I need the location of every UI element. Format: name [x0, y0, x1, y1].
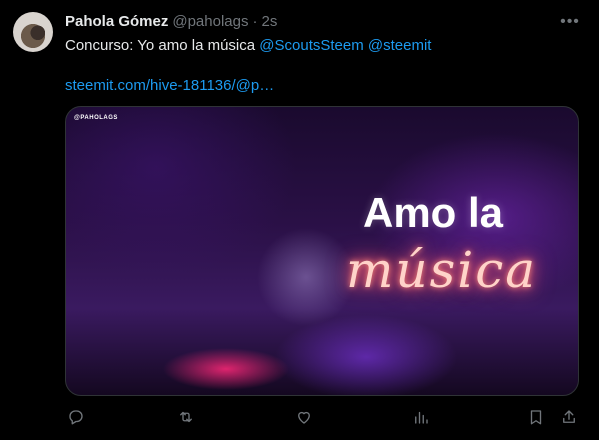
reply-icon[interactable]: [65, 406, 87, 428]
image-title-line2: música: [346, 241, 538, 299]
views-icon[interactable]: [410, 406, 432, 428]
author-name[interactable]: Pahola Gómez: [65, 13, 168, 30]
more-options-icon[interactable]: •••: [559, 11, 581, 33]
tweet-body: Concurso: Yo amo la música: [65, 37, 256, 54]
share-icon[interactable]: [558, 406, 580, 428]
mention-steemit[interactable]: @steemit: [368, 37, 432, 54]
tweet-image[interactable]: @PAHOLAGS Amo la música: [65, 106, 579, 396]
retweet-icon[interactable]: [175, 406, 197, 428]
avatar[interactable]: [13, 12, 53, 52]
tweet: Pahola Gómez @paholags · 2s ••• Concurso…: [0, 0, 599, 440]
image-title-line1: Amo la: [363, 189, 504, 236]
image-watermark: @PAHOLAGS: [74, 115, 118, 121]
mention-scoutssteem[interactable]: @ScoutsSteem: [259, 37, 363, 54]
separator-dot: ·: [252, 12, 258, 30]
tweet-link[interactable]: steemit.com/hive-181136/@p…: [65, 76, 274, 96]
like-icon[interactable]: [293, 406, 315, 428]
action-bar: [0, 406, 599, 430]
bookmark-icon[interactable]: [525, 406, 547, 428]
author-handle[interactable]: @paholags: [172, 13, 248, 30]
sound-wave-graphic: [88, 163, 319, 325]
tweet-text: Concurso: Yo amo la música @ScoutsSteem …: [65, 36, 431, 56]
tweet-header: Pahola Gómez @paholags · 2s: [65, 11, 277, 31]
timestamp[interactable]: 2s: [261, 13, 277, 30]
